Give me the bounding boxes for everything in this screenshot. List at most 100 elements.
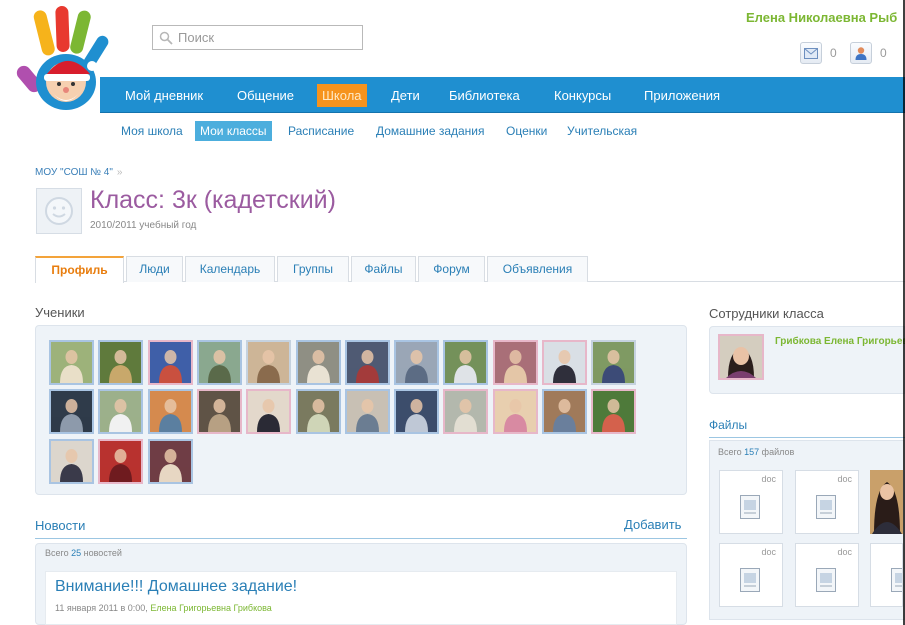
student-photo-image <box>544 391 585 433</box>
student-photo[interactable] <box>246 340 292 385</box>
tab-profile[interactable]: Профиль <box>35 256 124 283</box>
staff-avatar[interactable] <box>718 334 764 380</box>
students-title: Ученики <box>35 305 85 320</box>
person-icon <box>855 47 867 60</box>
file-photo-image <box>870 470 903 534</box>
student-photo[interactable] <box>246 389 292 435</box>
news-count-prefix: Всего <box>45 548 69 558</box>
student-photo[interactable] <box>591 340 637 385</box>
student-photo-image <box>396 391 438 433</box>
student-photo[interactable] <box>98 389 144 435</box>
student-photo-image <box>494 342 536 383</box>
tab-calendar[interactable]: Календарь <box>185 256 275 282</box>
friends-button[interactable] <box>850 42 872 64</box>
subnav-my-classes[interactable]: Мои классы <box>195 121 272 141</box>
subnav-teachers-room[interactable]: Учительская <box>562 121 642 141</box>
subnav-grades[interactable]: Оценки <box>501 121 552 141</box>
student-photo[interactable] <box>542 389 587 435</box>
student-photo-image <box>593 391 635 433</box>
messages-button[interactable] <box>800 42 822 64</box>
student-photo-image <box>494 391 536 433</box>
student-photo[interactable] <box>591 389 637 435</box>
tab-groups[interactable]: Группы <box>277 256 349 282</box>
magnifier-icon <box>159 31 173 45</box>
student-photo[interactable] <box>492 389 538 435</box>
student-photo[interactable] <box>196 340 242 385</box>
messages-count: 0 <box>830 46 837 60</box>
news-item-meta: 11 января 2011 в 0:00, Елена Григорьевна… <box>55 603 272 613</box>
student-photo[interactable] <box>98 340 144 385</box>
student-photo-image <box>396 342 438 383</box>
news-add-link[interactable]: Добавить <box>624 517 681 532</box>
student-photo-image <box>297 391 339 433</box>
student-photo[interactable] <box>295 389 341 435</box>
subnav-homework[interactable]: Домашние задания <box>371 121 490 141</box>
student-photo-image <box>100 391 142 433</box>
student-photo[interactable] <box>49 340 94 385</box>
student-photo[interactable] <box>443 389 489 435</box>
student-photo-image <box>198 391 240 433</box>
student-photo[interactable] <box>295 340 341 385</box>
staff-photo-image <box>720 336 762 378</box>
student-photo[interactable] <box>394 389 440 435</box>
tab-announcements[interactable]: Объявления <box>487 256 588 282</box>
smiley-placeholder-icon <box>45 197 73 225</box>
student-photo[interactable] <box>49 389 94 435</box>
news-item-title[interactable]: Внимание!!! Домашнее задание! <box>55 578 297 596</box>
search-box[interactable] <box>152 25 363 50</box>
nav-applications[interactable]: Приложения <box>639 84 725 107</box>
news-title[interactable]: Новости <box>35 518 85 533</box>
school-year: 2010/2011 учебный год <box>90 220 197 231</box>
student-photo[interactable] <box>492 340 538 385</box>
nav-school[interactable]: Школа <box>317 84 367 107</box>
news-item-date: 11 января 2011 в 0:00, <box>55 603 148 613</box>
student-photo[interactable] <box>147 438 193 484</box>
student-photo[interactable] <box>394 340 440 385</box>
student-photo[interactable] <box>147 389 193 435</box>
nav-contests[interactable]: Конкурсы <box>549 84 616 107</box>
file-photo-thumbnail[interactable] <box>870 470 903 534</box>
news-count-suffix: новостей <box>83 548 122 558</box>
staff-member-name[interactable]: Грибкова Елена Григорьевна <box>775 336 905 347</box>
subnav-schedule[interactable]: Расписание <box>283 121 359 141</box>
file-doc-tile[interactable] <box>870 543 903 607</box>
class-avatar <box>36 188 82 234</box>
envelope-icon <box>804 47 818 59</box>
nav-communication[interactable]: Общение <box>232 84 299 107</box>
file-doc-tile[interactable]: doc <box>795 470 859 534</box>
file-doc-tile[interactable]: doc <box>719 543 783 607</box>
page-title: Класс: 3к (кадетский) <box>90 186 336 214</box>
student-photo[interactable] <box>542 340 587 385</box>
tab-people[interactable]: Люди <box>126 256 183 282</box>
student-photo[interactable] <box>344 340 390 385</box>
files-divider <box>709 437 905 438</box>
student-photo[interactable] <box>196 389 242 435</box>
news-item-author[interactable]: Елена Григорьевна Грибкова <box>150 603 271 613</box>
search-input[interactable] <box>178 30 358 45</box>
file-doc-tile[interactable]: doc <box>719 470 783 534</box>
tab-files[interactable]: Файлы <box>351 256 416 282</box>
breadcrumb-school-link[interactable]: МОУ "СОШ № 4" <box>35 167 113 178</box>
nav-my-diary[interactable]: Мой дневник <box>120 84 208 107</box>
student-photo-image <box>593 342 635 383</box>
files-count-suffix: файлов <box>761 447 795 457</box>
student-photo-image <box>51 342 92 383</box>
student-photo[interactable] <box>344 389 390 435</box>
subnav-my-school[interactable]: Моя школа <box>116 121 188 141</box>
student-photo-image <box>248 342 290 383</box>
student-photo-image <box>544 342 585 383</box>
student-photo-image <box>149 342 191 383</box>
doc-file-icon <box>891 568 902 592</box>
student-photo[interactable] <box>49 438 94 484</box>
user-name[interactable]: Елена Николаевна Рыб <box>746 10 905 25</box>
student-photo[interactable] <box>443 340 489 385</box>
files-title[interactable]: Файлы <box>709 418 747 432</box>
nav-children[interactable]: Дети <box>386 84 425 107</box>
breadcrumb: МОУ "СОШ № 4"» <box>35 167 122 178</box>
tab-forum[interactable]: Форум <box>418 256 485 282</box>
student-photo[interactable] <box>98 438 144 484</box>
student-photo[interactable] <box>147 340 193 385</box>
nav-library[interactable]: Библиотека <box>444 84 525 107</box>
file-doc-tile[interactable]: doc <box>795 543 859 607</box>
student-photo-image <box>149 391 191 433</box>
